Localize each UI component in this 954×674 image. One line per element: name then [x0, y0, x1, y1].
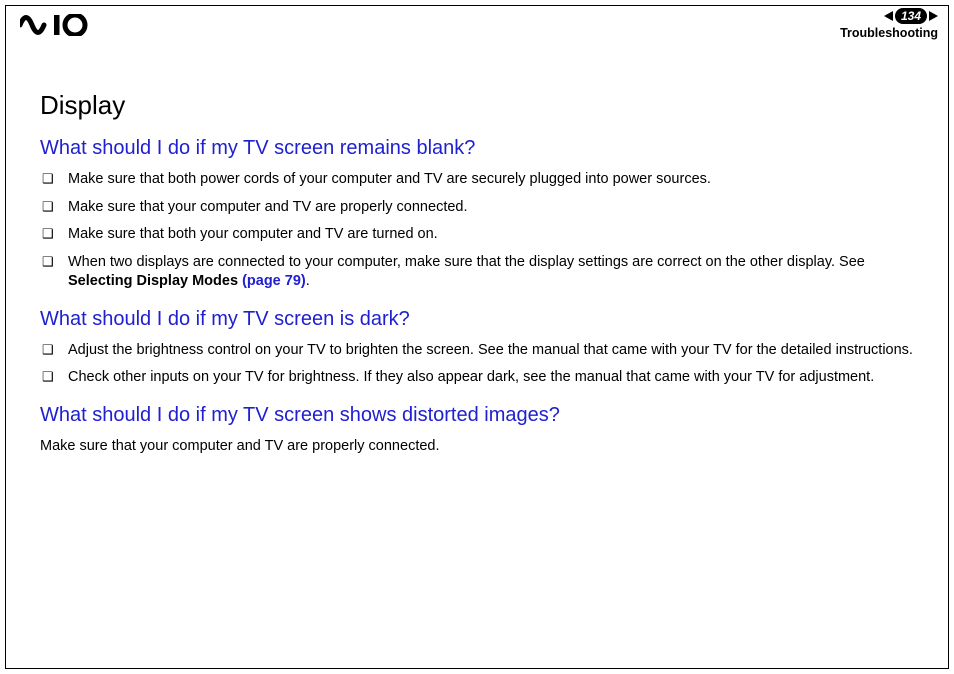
prev-page-icon[interactable]: [884, 11, 893, 21]
list-item-text: When two displays are connected to your …: [68, 254, 865, 270]
bold-text: Selecting Display Modes: [68, 273, 242, 289]
page-number: 134: [895, 8, 927, 24]
next-page-icon[interactable]: [929, 11, 938, 21]
page-title: Display: [40, 90, 924, 121]
vaio-logo: [20, 14, 112, 36]
page-header: 134 Troubleshooting: [6, 6, 948, 46]
faq-text: Make sure that your computer and TV are …: [40, 437, 924, 457]
faq-list: Adjust the brightness control on your TV…: [40, 341, 924, 388]
header-right: 134 Troubleshooting: [840, 8, 938, 40]
faq-heading: What should I do if my TV screen shows d…: [40, 404, 924, 427]
page-navigation: 134: [840, 8, 938, 24]
list-item: When two displays are connected to your …: [40, 253, 924, 292]
list-item-text: .: [306, 273, 310, 289]
faq-list: Make sure that both power cords of your …: [40, 170, 924, 292]
list-item: Make sure that your computer and TV are …: [40, 198, 924, 218]
main-content: Display What should I do if my TV screen…: [40, 90, 924, 457]
faq-heading: What should I do if my TV screen remains…: [40, 137, 924, 160]
list-item: Make sure that both power cords of your …: [40, 170, 924, 190]
page-link[interactable]: (page 79): [242, 273, 306, 289]
section-label: Troubleshooting: [840, 26, 938, 40]
list-item: Adjust the brightness control on your TV…: [40, 341, 924, 361]
list-item: Make sure that both your computer and TV…: [40, 225, 924, 245]
faq-heading: What should I do if my TV screen is dark…: [40, 308, 924, 331]
list-item: Check other inputs on your TV for bright…: [40, 368, 924, 388]
